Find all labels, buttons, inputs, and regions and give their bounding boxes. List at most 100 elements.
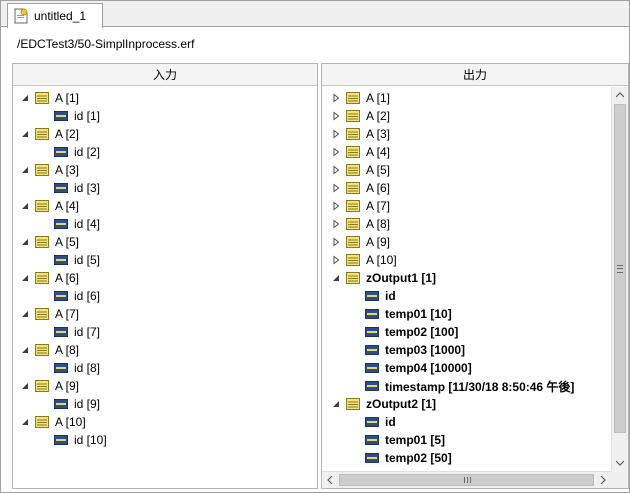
tree-field-row[interactable]: temp01 [5]: [349, 431, 445, 449]
tree-expander[interactable]: [330, 254, 342, 266]
scroll-left-button[interactable]: [322, 472, 338, 488]
field-icon: [54, 255, 68, 265]
tree-node-label: id [10]: [74, 433, 107, 447]
tree-record-row[interactable]: A [5]: [330, 161, 390, 179]
collapsed-triangle-icon: [333, 219, 340, 229]
tree-record-row[interactable]: A [4]: [19, 197, 79, 215]
tree-field-row[interactable]: id [10]: [38, 431, 107, 449]
tree-expander[interactable]: [19, 128, 31, 140]
tree-expander[interactable]: [19, 416, 31, 428]
tree-expander[interactable]: [330, 182, 342, 194]
tree-field-row[interactable]: temp02 [50]: [349, 449, 452, 467]
tree-expander[interactable]: [330, 164, 342, 176]
tree-field-row[interactable]: id: [349, 287, 396, 305]
tree-expander[interactable]: [19, 380, 31, 392]
record-icon: [346, 110, 360, 122]
tree-record-row[interactable]: A [6]: [19, 269, 79, 287]
tree-expander[interactable]: [19, 200, 31, 212]
tree-node-label: A [8]: [366, 217, 391, 231]
tree-record-row[interactable]: A [4]: [330, 143, 390, 161]
tree-record-row[interactable]: A [3]: [330, 125, 390, 143]
horizontal-scroll-thumb[interactable]: [339, 474, 594, 486]
tree-record-row[interactable]: A [5]: [19, 233, 79, 251]
vertical-scroll-thumb[interactable]: [614, 104, 626, 433]
tree-field-row[interactable]: id [9]: [38, 395, 100, 413]
tree-node-label: A [9]: [366, 235, 391, 249]
tree-field-row[interactable]: id [3]: [38, 179, 100, 197]
tree-record-row[interactable]: A [6]: [330, 179, 390, 197]
tree-record-row[interactable]: zOutput2 [1]: [330, 395, 436, 413]
field-icon: [365, 291, 379, 301]
collapsed-triangle-icon: [333, 165, 340, 175]
expanded-triangle-icon: [22, 239, 28, 245]
tree-field-row[interactable]: temp01 [10]: [349, 305, 452, 323]
chevron-right-icon: [600, 476, 606, 484]
tree-field-row[interactable]: timestamp [11/30/18 8:50:46 午後]: [349, 377, 574, 395]
tree-field-row[interactable]: id [8]: [38, 359, 100, 377]
tree-record-row[interactable]: A [9]: [19, 377, 79, 395]
tree-node-label: id [6]: [74, 289, 101, 303]
collapsed-triangle-icon: [333, 183, 340, 193]
tree-expander[interactable]: [19, 164, 31, 176]
collapsed-triangle-icon: [333, 129, 340, 139]
tree-expander[interactable]: [330, 272, 342, 284]
tree-record-row[interactable]: A [1]: [19, 89, 79, 107]
tree-field-row[interactable]: id [6]: [38, 287, 100, 305]
tree-record-row[interactable]: A [10]: [330, 251, 397, 269]
tree-node-label: A [2]: [55, 127, 80, 141]
tree-field-row[interactable]: id [1]: [38, 107, 100, 125]
tree-node-label: A [9]: [55, 379, 80, 393]
tree-expander[interactable]: [19, 308, 31, 320]
tree-record-row[interactable]: A [1]: [330, 89, 390, 107]
tree-node-label: A [3]: [55, 163, 80, 177]
expanded-triangle-icon: [22, 311, 28, 317]
tree-record-row[interactable]: A [7]: [19, 305, 79, 323]
tree-record-row[interactable]: A [8]: [19, 341, 79, 359]
field-icon: [365, 453, 379, 463]
tree-node-label: temp03 [1000]: [385, 343, 466, 357]
scroll-up-button[interactable]: [612, 87, 628, 103]
tree-field-row[interactable]: id [2]: [38, 143, 100, 161]
tree-node-label: A [1]: [55, 91, 80, 105]
tree-expander[interactable]: [330, 218, 342, 230]
collapsed-triangle-icon: [333, 255, 340, 265]
tree-field-row[interactable]: id [4]: [38, 215, 100, 233]
tree-record-row[interactable]: A [7]: [330, 197, 390, 215]
tree-expander[interactable]: [330, 128, 342, 140]
tree-expander[interactable]: [330, 92, 342, 104]
field-icon: [54, 147, 68, 157]
record-icon: [346, 92, 360, 104]
tree-expander[interactable]: [19, 236, 31, 248]
tree-expander[interactable]: [19, 344, 31, 356]
tree-record-row[interactable]: A [2]: [19, 125, 79, 143]
tree-field-row[interactable]: temp02 [100]: [349, 323, 458, 341]
tree-expander[interactable]: [19, 92, 31, 104]
tree-record-row[interactable]: A [8]: [330, 215, 390, 233]
tree-field-row[interactable]: temp03 [1000]: [349, 341, 465, 359]
horizontal-scrollbar[interactable]: [322, 471, 611, 488]
scroll-right-button[interactable]: [595, 472, 611, 488]
tree-field-row[interactable]: id [7]: [38, 323, 100, 341]
field-icon: [365, 381, 379, 391]
tree-expander[interactable]: [330, 110, 342, 122]
tree-node-label: zOutput2 [1]: [366, 397, 436, 411]
tree-record-row[interactable]: zOutput1 [1]: [330, 269, 436, 287]
tree-field-row[interactable]: id [5]: [38, 251, 100, 269]
tree-field-row[interactable]: temp04 [10000]: [349, 359, 472, 377]
tree-record-row[interactable]: A [2]: [330, 107, 390, 125]
tree-expander[interactable]: [19, 272, 31, 284]
tree-field-row[interactable]: id: [349, 413, 396, 431]
tree-node-label: A [3]: [366, 127, 391, 141]
document-tab[interactable]: untitled_1: [7, 3, 103, 28]
tree-node-label: id [2]: [74, 145, 101, 159]
vertical-scrollbar[interactable]: [611, 87, 628, 471]
tree-expander[interactable]: [330, 146, 342, 158]
record-icon: [35, 164, 49, 176]
tree-expander[interactable]: [330, 398, 342, 410]
scroll-down-button[interactable]: [612, 455, 628, 471]
tree-record-row[interactable]: A [10]: [19, 413, 86, 431]
tree-record-row[interactable]: A [3]: [19, 161, 79, 179]
tree-expander[interactable]: [330, 200, 342, 212]
tree-record-row[interactable]: A [9]: [330, 233, 390, 251]
tree-expander[interactable]: [330, 236, 342, 248]
